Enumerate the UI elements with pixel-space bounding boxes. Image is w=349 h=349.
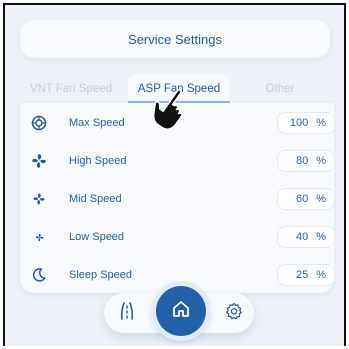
speed-label: High Speed [69,155,127,167]
speed-label: Low Speed [69,231,125,243]
speed-value: 60 [295,193,309,205]
speed-unit: % [316,117,326,129]
road-icon [119,301,135,325]
page-title: Service Settings [20,20,330,58]
app-frame: Service Settings VNT Fan Speed ASP Fan S… [3,3,346,346]
low-speed-field[interactable]: 40 % [277,226,335,248]
speed-value: 100 [289,117,309,129]
low-fan-icon [28,226,50,248]
home-button[interactable] [156,286,206,336]
speed-unit: % [316,155,326,167]
sleep-speed-field[interactable]: 25 % [277,264,335,286]
speed-value: 25 [295,269,309,281]
moon-icon [28,264,50,286]
speed-row-mid: Mid Speed 60 % [20,185,335,213]
tab-other[interactable]: Other [230,83,330,103]
speed-row-sleep: Sleep Speed 25 % [20,261,335,289]
speed-label: Max Speed [69,117,125,129]
road-button[interactable] [114,300,140,326]
high-fan-icon [28,150,50,172]
speed-label: Sleep Speed [69,269,132,281]
home-icon [171,299,191,324]
speed-value: 40 [295,231,309,243]
speed-unit: % [316,231,326,243]
page-title-text: Service Settings [128,31,222,47]
mid-fan-icon [28,188,50,210]
max-speed-field[interactable]: 100 % [277,112,335,134]
tab-label: VNT Fan Speed [29,83,113,95]
tab-label: Other [265,83,295,95]
high-speed-field[interactable]: 80 % [277,150,335,172]
max-fan-icon [28,112,50,134]
hand-pointer-icon [149,85,189,131]
speed-value: 80 [295,155,309,167]
mid-speed-field[interactable]: 60 % [277,188,335,210]
speed-settings-panel: Max Speed 100 % High Speed 80 % Mid Spee… [20,103,335,293]
speed-row-high: High Speed 80 % [20,147,335,175]
speed-row-low: Low Speed 40 % [20,223,335,251]
speed-label: Mid Speed [69,193,122,205]
speed-unit: % [316,193,326,205]
gear-icon [225,302,243,325]
tab-vnt-fan-speed[interactable]: VNT Fan Speed [20,83,128,103]
speed-unit: % [316,269,326,281]
settings-button[interactable] [221,300,247,326]
